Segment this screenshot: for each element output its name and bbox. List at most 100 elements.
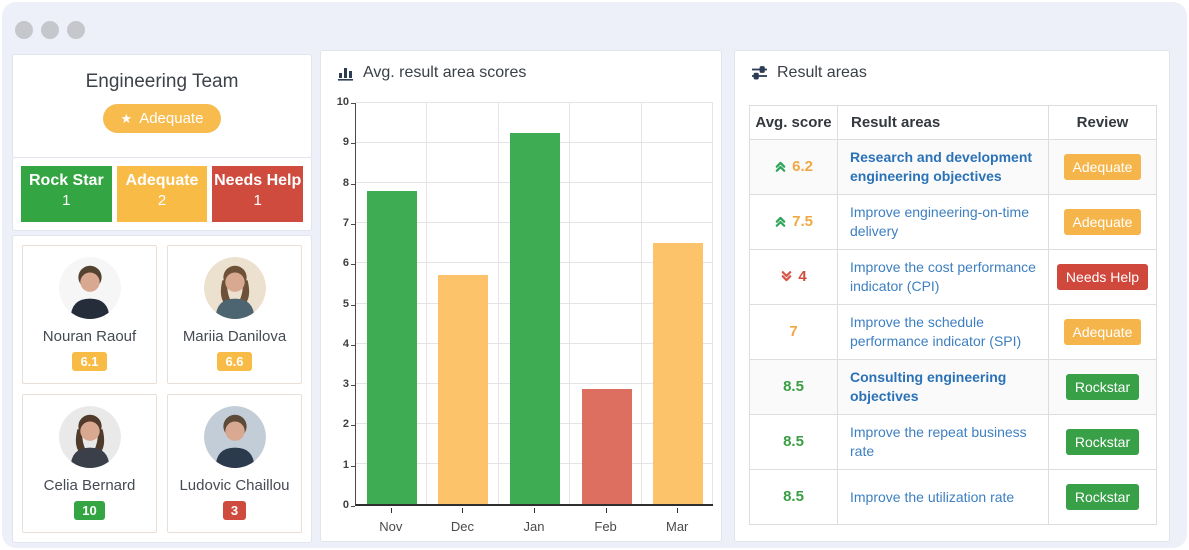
avatar	[203, 406, 266, 468]
result-area-link[interactable]: Improve the schedule performance indicat…	[850, 314, 1021, 349]
avg-score-cell: 7.5	[749, 194, 838, 250]
bar-nov	[366, 191, 417, 504]
review-cell: Adequate	[1048, 194, 1157, 250]
y-axis-label: 7	[342, 216, 349, 229]
review-cell: Needs Help	[1048, 249, 1157, 305]
gridline-v	[569, 103, 571, 504]
member-score-badge: 6.6	[217, 352, 252, 371]
chart-plot-area	[355, 102, 713, 506]
member-card[interactable]: Nouran Raouf 6.1	[22, 245, 157, 384]
avg-score-value: 6.2	[792, 158, 814, 175]
stat-value: 2	[157, 192, 167, 209]
stat-value: 1	[253, 192, 262, 209]
app-window: Engineering Team ★ Adequate Rock Star 1 …	[2, 2, 1187, 548]
chart: 0 1 2 3 4 5 6 7 8 9 10 Nov Dec Jan Feb Mar	[321, 51, 721, 541]
avatar	[58, 406, 121, 468]
result-area-link[interactable]: Research and development engineering obj…	[850, 149, 1032, 184]
gridline-v	[712, 103, 713, 504]
x-axis-label-mar: Mar	[665, 519, 689, 534]
screenshot-stage: Engineering Team ★ Adequate Rock Star 1 …	[0, 0, 1189, 550]
y-axis-label: 5	[342, 297, 349, 310]
avg-score-cell: 6.2	[749, 139, 838, 195]
review-badge: Rockstar	[1065, 484, 1140, 510]
result-area-cell: Research and development engineering obj…	[837, 139, 1049, 195]
team-members-card: Nouran Raouf 6.1 Mariia Danilova 6.6 Cel…	[12, 235, 312, 543]
y-axis-label: 3	[342, 378, 349, 391]
result-area-cell: Improve the utilization rate	[837, 469, 1049, 525]
bar-jan	[510, 133, 560, 504]
avg-score-value: 7.5	[792, 213, 814, 230]
team-summary-card: Engineering Team ★ Adequate	[12, 54, 312, 158]
avatar	[58, 257, 121, 319]
y-axis-tick	[351, 506, 355, 507]
review-cell: Rockstar	[1048, 359, 1157, 415]
avatar	[203, 257, 266, 319]
y-axis-tick	[351, 344, 355, 346]
avg-score-cell: 8.5	[749, 359, 838, 415]
result-area-cell: Improve the schedule performance indicat…	[837, 304, 1049, 360]
y-axis-tick	[351, 385, 355, 387]
review-cell: Adequate	[1048, 139, 1157, 195]
table-header-row: Avg. score Result areas Review	[749, 105, 1157, 140]
team-rating-label: Adequate	[139, 110, 204, 127]
x-axis-tick	[462, 508, 464, 513]
member-name: Ludovic Chaillou	[179, 477, 290, 494]
y-axis-tick	[351, 143, 355, 145]
chart-card: Avg. result area scores 0 1 2 3 4 5 6 7 8 9 10 Nov D…	[320, 50, 722, 542]
avg-score-value: 7	[789, 323, 798, 340]
gridline-v	[640, 103, 642, 504]
window-chrome-dots	[15, 21, 85, 39]
window-dot	[41, 21, 59, 39]
window-dot	[67, 21, 85, 39]
result-area-link[interactable]: Improve engineering-on-time delivery	[850, 204, 1029, 239]
y-axis-tick	[351, 264, 355, 266]
header-result-areas: Result areas	[837, 105, 1049, 140]
y-axis-label: 6	[342, 257, 349, 270]
table-row: 4 Improve the cost performance indicator…	[749, 249, 1157, 305]
member-score-badge: 10	[74, 501, 105, 520]
result-area-link[interactable]: Improve the repeat business rate	[850, 424, 1027, 459]
result-area-link[interactable]: Consulting engineering objectives	[850, 369, 1006, 404]
stat-value: 1	[62, 192, 71, 209]
x-axis-tick	[534, 508, 535, 513]
avg-score-value: 8.5	[783, 378, 804, 395]
y-axis-tick	[351, 465, 355, 467]
x-axis-label-jan: Jan	[523, 519, 545, 534]
y-axis-label: 9	[342, 136, 349, 149]
stat-label: Rock Star	[28, 172, 104, 189]
header-avg-score: Avg. score	[749, 105, 838, 140]
double-chevron-up-icon	[775, 161, 786, 172]
x-axis-tick	[605, 508, 607, 513]
window-dot	[15, 21, 33, 39]
sliders-icon	[751, 65, 769, 81]
review-cell: Rockstar	[1048, 469, 1157, 525]
avg-score-cell: 4	[749, 249, 838, 305]
result-area-cell: Improve the repeat business rate	[837, 414, 1049, 470]
double-chevron-down-icon	[781, 271, 792, 282]
table-row: 8.5 Improve the repeat business rate Roc…	[749, 414, 1157, 470]
gridline-v	[426, 103, 428, 504]
y-axis-tick	[351, 425, 355, 427]
x-axis-label-nov: Nov	[379, 519, 403, 534]
member-card[interactable]: Celia Bernard 10	[22, 394, 157, 533]
y-axis-tick	[351, 103, 355, 104]
member-name: Mariia Danilova	[182, 328, 287, 345]
member-name: Celia Bernard	[43, 477, 136, 494]
y-axis-tick	[351, 223, 355, 225]
table-row: 7.5 Improve engineering-on-time delivery…	[749, 194, 1157, 250]
result-areas-table: Avg. score Result areas Review 6.2 Resea…	[749, 105, 1157, 525]
y-axis-label: 10	[336, 96, 349, 108]
member-card[interactable]: Ludovic Chaillou 3	[167, 394, 302, 533]
team-rating-badge: ★ Adequate	[102, 104, 222, 133]
x-axis-label-dec: Dec	[450, 519, 474, 534]
x-axis-label-feb: Feb	[594, 519, 617, 534]
stat-box: Needs Help 1	[212, 166, 304, 222]
result-area-cell: Improve the cost performance indicator (…	[837, 249, 1049, 305]
result-area-link[interactable]: Improve the utilization rate	[850, 489, 1014, 505]
result-area-link[interactable]: Improve the cost performance indicator (…	[850, 259, 1036, 294]
avg-score-value: 4	[798, 268, 807, 285]
review-badge: Adequate	[1063, 319, 1142, 345]
member-card[interactable]: Mariia Danilova 6.6	[167, 245, 302, 384]
bar-mar	[653, 243, 704, 504]
x-axis-tick	[677, 508, 679, 513]
